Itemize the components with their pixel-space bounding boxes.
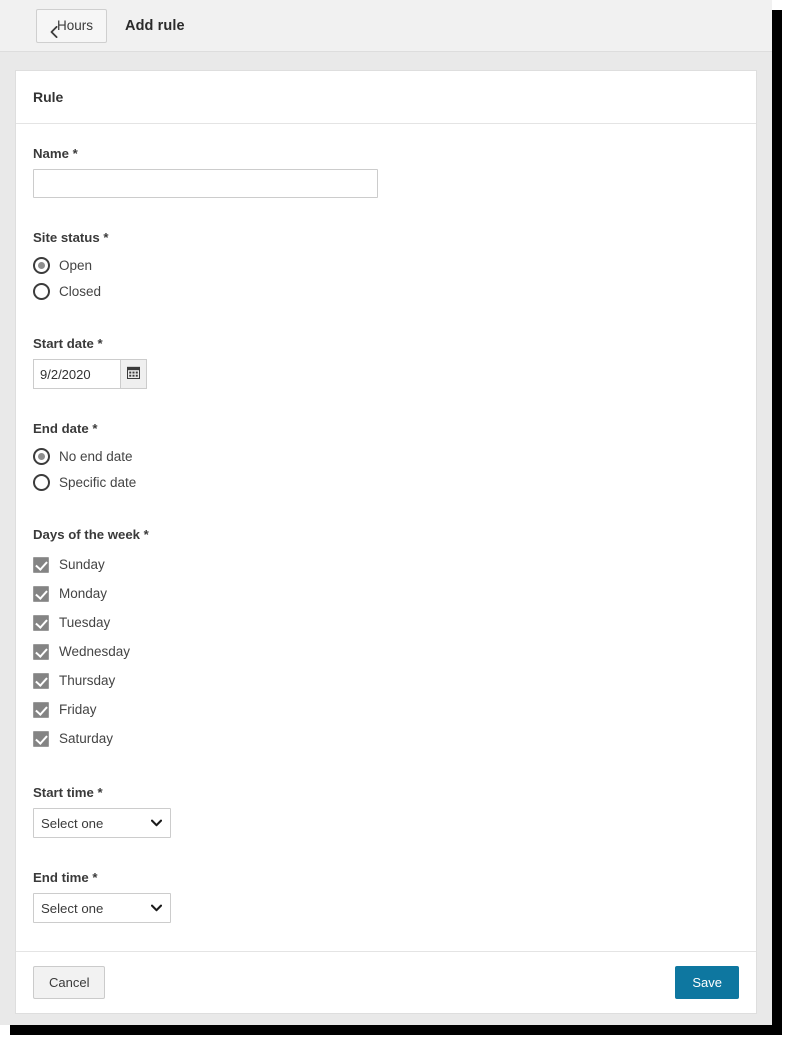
field-start-date: Start date * (33, 336, 739, 389)
end-time-label: End time * (33, 870, 98, 885)
cancel-button[interactable]: Cancel (33, 966, 106, 999)
calendar-icon (126, 366, 141, 382)
panel-body: Name * Site status * Open Closed Start d… (16, 124, 756, 951)
checkbox-row-wednesday[interactable]: Wednesday (33, 637, 739, 666)
rule-panel: Rule Name * Site status * Open Closed St… (15, 70, 757, 1014)
site-status-label: Site status * (33, 230, 109, 245)
checkbox-label-thursday: Thursday (59, 673, 116, 688)
radio-label-open: Open (59, 258, 93, 273)
checkbox-row-thursday[interactable]: Thursday (33, 666, 739, 695)
top-toolbar: Hours Add rule (0, 0, 772, 52)
checkbox-label-friday: Friday (59, 702, 97, 717)
panel-title: Rule (33, 89, 64, 105)
radio-label-no-end-date: No end date (59, 449, 133, 464)
save-button[interactable]: Save (675, 966, 739, 999)
checkbox-indicator-tuesday (33, 614, 49, 631)
radio-indicator-closed (33, 283, 50, 300)
checkbox-label-tuesday: Tuesday (59, 615, 111, 630)
name-input[interactable] (33, 169, 378, 198)
end-time-select[interactable]: Select one (33, 893, 171, 923)
radio-site-status-open[interactable]: Open (33, 253, 739, 278)
back-button-label: Hours (57, 18, 94, 33)
screenshot-root: Hours Add rule Rule Name * Site status *… (0, 0, 788, 1041)
checkbox-row-tuesday[interactable]: Tuesday (33, 608, 739, 637)
end-time-select-wrap: Select one (33, 893, 171, 923)
name-label: Name * (33, 146, 78, 161)
radio-site-status-closed[interactable]: Closed (33, 279, 739, 304)
checkbox-label-saturday: Saturday (59, 731, 114, 746)
radio-indicator-specific-date (33, 474, 50, 491)
field-site-status: Site status * Open Closed (33, 230, 739, 304)
days-of-week-label: Days of the week * (33, 527, 149, 542)
field-days-of-week: Days of the week * Sunday Monday Tuesday (33, 527, 739, 753)
radio-indicator-no-end-date (33, 448, 50, 465)
checkbox-row-monday[interactable]: Monday (33, 579, 739, 608)
start-date-input[interactable] (33, 359, 120, 389)
checkbox-label-wednesday: Wednesday (59, 644, 131, 659)
radio-end-date-no-end-date[interactable]: No end date (33, 444, 739, 469)
panel-header: Rule (16, 71, 756, 124)
checkbox-row-friday[interactable]: Friday (33, 695, 739, 724)
radio-indicator-open (33, 257, 50, 274)
field-start-time: Start time * Select one (33, 785, 739, 838)
content-area: Rule Name * Site status * Open Closed St… (0, 52, 772, 1025)
end-date-label: End date * (33, 421, 98, 436)
checkbox-row-saturday[interactable]: Saturday (33, 724, 739, 753)
start-time-select-wrap: Select one (33, 808, 171, 838)
checkbox-indicator-sunday (33, 556, 49, 573)
checkbox-indicator-monday (33, 585, 49, 602)
back-to-hours-button[interactable]: Hours (36, 8, 108, 43)
start-time-select[interactable]: Select one (33, 808, 171, 838)
start-date-group (33, 359, 147, 389)
field-name: Name * (33, 146, 739, 198)
start-date-calendar-button[interactable] (120, 359, 147, 389)
checkbox-label-sunday: Sunday (59, 557, 105, 572)
checkbox-indicator-saturday (33, 730, 49, 747)
app-window: Hours Add rule Rule Name * Site status *… (0, 0, 772, 1025)
checkbox-row-sunday[interactable]: Sunday (33, 550, 739, 579)
radio-end-date-specific-date[interactable]: Specific date (33, 470, 739, 495)
page-title: Add rule (125, 17, 185, 34)
checkbox-label-monday: Monday (59, 586, 108, 601)
radio-label-specific-date: Specific date (59, 475, 137, 490)
checkbox-indicator-wednesday (33, 643, 49, 660)
checkbox-indicator-thursday (33, 672, 49, 689)
start-time-label: Start time * (33, 785, 103, 800)
start-date-label: Start date * (33, 336, 103, 351)
field-end-date: End date * No end date Specific date (33, 421, 739, 495)
panel-footer: Cancel Save (16, 951, 756, 1013)
radio-label-closed: Closed (59, 284, 102, 299)
field-end-time: End time * Select one (33, 870, 739, 923)
checkbox-indicator-friday (33, 701, 49, 718)
